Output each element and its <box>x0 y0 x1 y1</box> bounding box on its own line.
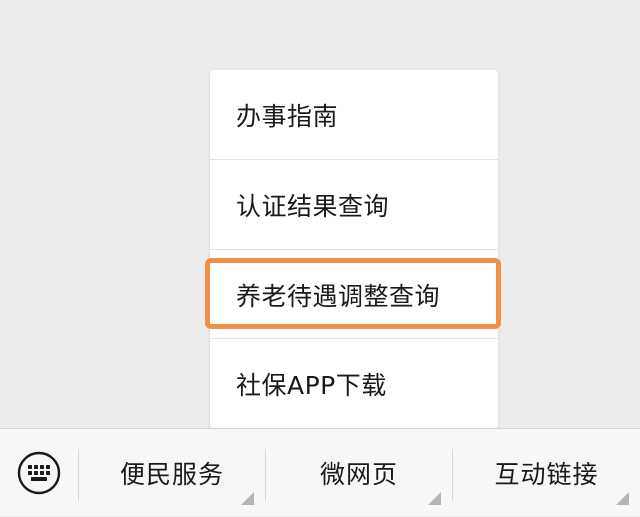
menu-item-label: 社保APP下载 <box>236 370 387 400</box>
menu-item-pension-adjustment-query[interactable]: 养老待遇调整查询 <box>210 250 498 339</box>
tab-micro-webpage[interactable]: 微网页 <box>266 429 452 517</box>
submenu-corner-icon <box>241 492 254 505</box>
tab-label: 微网页 <box>319 460 398 489</box>
tab-label: 互动链接 <box>494 460 599 489</box>
submenu-corner-icon <box>616 492 629 505</box>
popup-menu: 办事指南 认证结果查询 养老待遇调整查询 社保APP下载 <box>210 70 498 428</box>
submenu-corner-icon <box>428 492 441 505</box>
tab-convenience-services[interactable]: 便民服务 <box>79 429 265 517</box>
menu-item-social-security-app-download[interactable]: 社保APP下载 <box>210 339 498 428</box>
tab-interactive-links[interactable]: 互动链接 <box>453 429 640 517</box>
keyboard-toggle-button[interactable] <box>0 429 78 517</box>
menu-item-label: 养老待遇调整查询 <box>236 281 441 311</box>
menu-item-label: 办事指南 <box>236 101 339 131</box>
tab-label: 便民服务 <box>119 460 224 489</box>
bottom-menu-bar: 便民服务 微网页 互动链接 <box>0 428 640 516</box>
menu-item-label: 认证结果查询 <box>236 191 390 221</box>
menu-item-guide[interactable]: 办事指南 <box>210 70 498 159</box>
keyboard-icon <box>16 450 62 496</box>
menu-item-auth-result-query[interactable]: 认证结果查询 <box>210 160 498 249</box>
